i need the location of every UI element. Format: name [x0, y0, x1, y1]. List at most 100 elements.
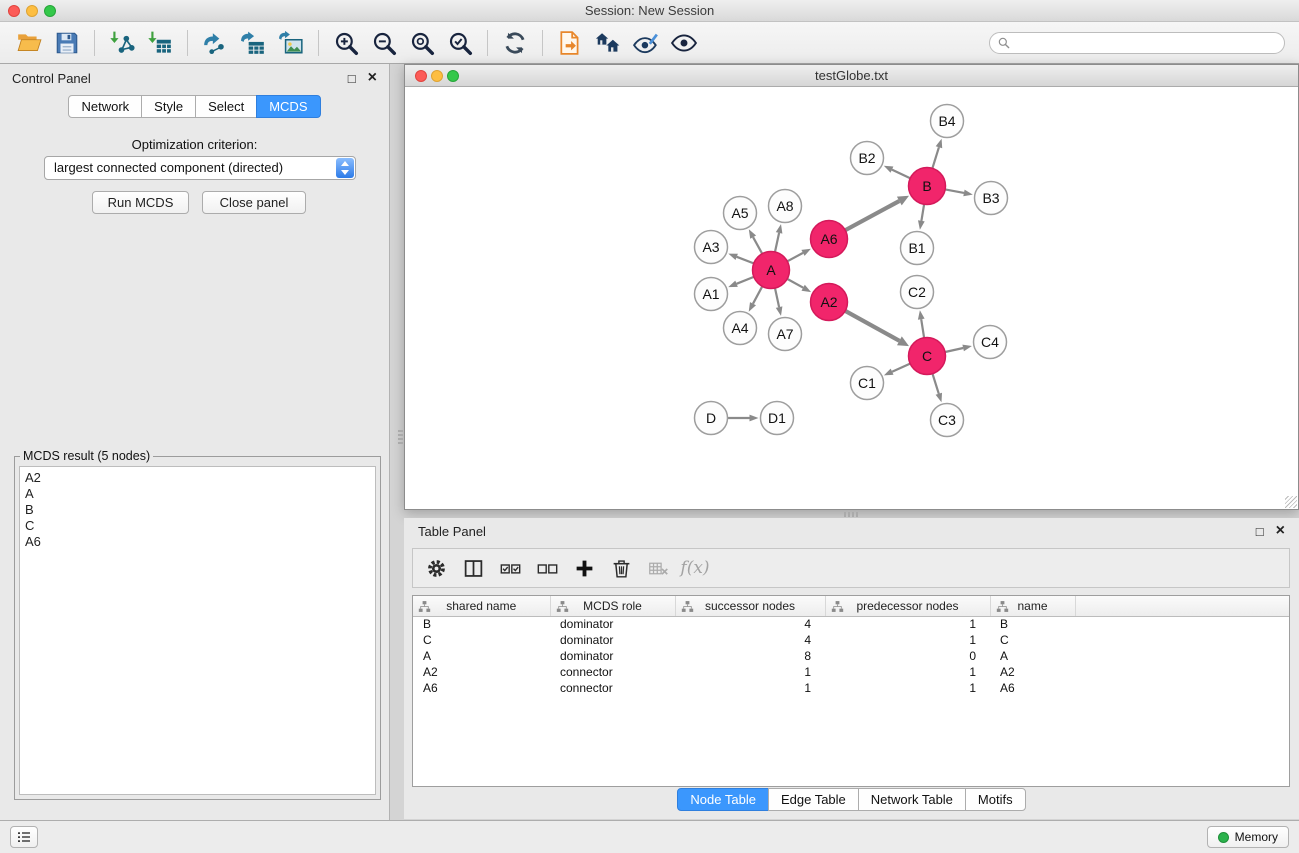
vertical-splitter-handle[interactable] [398, 430, 403, 444]
table-cell[interactable]: C [990, 632, 1075, 648]
network-edge-A-A2[interactable] [787, 279, 811, 292]
table-cell[interactable]: B [990, 616, 1075, 632]
table-cell[interactable]: 8 [675, 648, 825, 664]
column-header-name[interactable]: name [990, 596, 1075, 616]
network-edge-B-B3[interactable] [945, 189, 973, 196]
network-node-B2[interactable]: B2 [851, 142, 884, 175]
network-edge-C-C4[interactable] [945, 345, 972, 352]
network-edge-B-B1[interactable] [918, 204, 925, 229]
zoom-out-button[interactable] [365, 26, 403, 60]
network-node-A6[interactable]: A6 [811, 221, 848, 258]
close-panel-button[interactable]: Close panel [202, 191, 306, 214]
table-row[interactable]: Cdominator41C [413, 632, 1289, 648]
open-recent-button[interactable] [551, 26, 589, 60]
table-cell[interactable]: A [990, 648, 1075, 664]
resize-grip[interactable] [1285, 496, 1297, 508]
table-cell[interactable]: dominator [550, 648, 675, 664]
network-zoom-button[interactable] [447, 70, 459, 82]
network-graph[interactable]: B4B2BB3A5A8A6B1A3AC2A1A2A4A7C4CC1C3DD1 [405, 87, 1298, 509]
control-panel-close-icon[interactable]: × [368, 70, 377, 86]
tab-mcds[interactable]: MCDS [256, 95, 320, 118]
tab-node-table[interactable]: Node Table [677, 788, 769, 811]
criterion-dropdown[interactable]: largest connected component (directed) [44, 156, 356, 180]
table-cell[interactable]: connector [550, 680, 675, 696]
network-node-C2[interactable]: C2 [901, 276, 934, 309]
table-row[interactable]: Bdominator41B [413, 616, 1289, 632]
tab-style[interactable]: Style [141, 95, 196, 118]
column-header-predecessor-nodes[interactable]: predecessor nodes [825, 596, 990, 616]
save-session-button[interactable] [48, 26, 86, 60]
table-row[interactable]: A2connector11A2 [413, 664, 1289, 680]
deselect-all-rows-button[interactable] [532, 553, 562, 583]
network-window-titlebar[interactable]: testGlobe.txt [405, 65, 1298, 87]
network-node-B3[interactable]: B3 [975, 182, 1008, 215]
create-column-button[interactable] [569, 553, 599, 583]
control-panel-float-icon[interactable]: □ [348, 72, 356, 85]
show-columns-button[interactable] [458, 553, 488, 583]
import-network-button[interactable] [103, 26, 141, 60]
network-edge-C-C1[interactable] [884, 364, 910, 376]
run-mcds-button[interactable]: Run MCDS [92, 191, 189, 214]
mcds-result-item[interactable]: C [25, 518, 370, 534]
table-cell[interactable]: 1 [825, 680, 990, 696]
network-node-A5[interactable]: A5 [724, 197, 757, 230]
table-cell[interactable]: A [413, 648, 550, 664]
mcds-result-item[interactable]: A2 [25, 470, 370, 486]
table-cell[interactable]: 1 [675, 664, 825, 680]
mcds-result-item[interactable]: A6 [25, 534, 370, 550]
table-cell[interactable]: 1 [825, 664, 990, 680]
horizontal-splitter-handle[interactable] [844, 512, 858, 517]
export-table-button[interactable] [234, 26, 272, 60]
table-cell[interactable]: dominator [550, 632, 675, 648]
export-network-button[interactable] [196, 26, 234, 60]
table-panel-float-icon[interactable]: □ [1256, 525, 1264, 538]
delete-columns-button[interactable] [606, 553, 636, 583]
table-cell[interactable]: 0 [825, 648, 990, 664]
network-node-C3[interactable]: C3 [931, 404, 964, 437]
network-edge-A-A5[interactable] [749, 229, 762, 253]
network-node-D[interactable]: D [695, 402, 728, 435]
network-edge-A-A1[interactable] [728, 277, 754, 287]
zoom-fit-button[interactable] [403, 26, 441, 60]
table-cell[interactable]: dominator [550, 616, 675, 632]
network-node-C1[interactable]: C1 [851, 367, 884, 400]
table-panel-close-icon[interactable]: × [1276, 523, 1285, 539]
network-edge-A-A7[interactable] [775, 288, 782, 316]
network-edge-C-C2[interactable] [918, 310, 925, 337]
table-row[interactable]: Adominator80A [413, 648, 1289, 664]
open-file-button[interactable] [10, 26, 48, 60]
show-hide-details-button[interactable] [665, 26, 703, 60]
mcds-result-item[interactable]: B [25, 502, 370, 518]
network-node-A2[interactable]: A2 [811, 284, 848, 321]
minimize-window-button[interactable] [26, 5, 38, 17]
tab-select[interactable]: Select [195, 95, 257, 118]
import-table-button[interactable] [141, 26, 179, 60]
network-edge-B-B4[interactable] [932, 139, 942, 169]
zoom-in-button[interactable] [327, 26, 365, 60]
task-history-button[interactable] [10, 826, 38, 848]
table-cell[interactable]: 4 [675, 616, 825, 632]
first-neighbors-button[interactable] [589, 26, 627, 60]
table-cell[interactable]: connector [550, 664, 675, 680]
table-cell[interactable]: A6 [990, 680, 1075, 696]
tab-edge-table[interactable]: Edge Table [768, 788, 859, 811]
tab-network[interactable]: Network [68, 95, 142, 118]
table-cell[interactable]: 1 [825, 616, 990, 632]
annotation-button[interactable] [627, 26, 665, 60]
network-close-button[interactable] [415, 70, 427, 82]
search-box[interactable] [989, 32, 1285, 54]
table-cell[interactable]: A2 [990, 664, 1075, 680]
zoom-selected-button[interactable] [441, 26, 479, 60]
tab-network-table[interactable]: Network Table [858, 788, 966, 811]
network-node-A4[interactable]: A4 [724, 312, 757, 345]
table-cell[interactable]: 4 [675, 632, 825, 648]
network-edge-A-A3[interactable] [728, 254, 753, 264]
memory-button[interactable]: Memory [1207, 826, 1289, 848]
network-canvas[interactable]: B4B2BB3A5A8A6B1A3AC2A1A2A4A7C4CC1C3DD1 [405, 87, 1298, 509]
column-header-successor-nodes[interactable]: successor nodes [675, 596, 825, 616]
apply-layout-button[interactable] [496, 26, 534, 60]
network-node-C[interactable]: C [909, 338, 946, 375]
column-header-shared-name[interactable]: shared name [413, 596, 550, 616]
table-cell[interactable]: C [413, 632, 550, 648]
network-minimize-button[interactable] [431, 70, 443, 82]
